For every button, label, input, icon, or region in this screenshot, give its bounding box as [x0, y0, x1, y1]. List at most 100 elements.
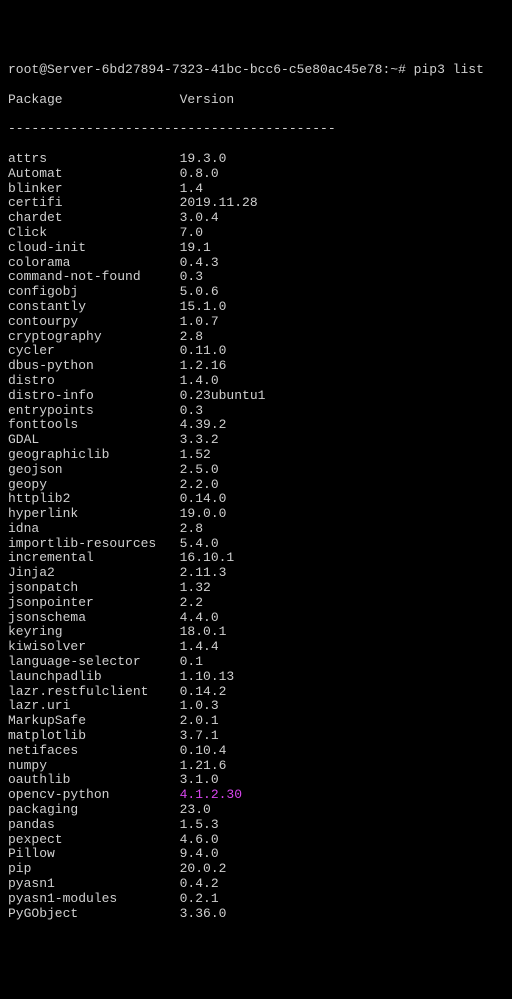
package-version-cell: 19.3.0 — [180, 152, 227, 167]
package-name-cell: opencv-python — [8, 788, 180, 803]
package-name-cell: packaging — [8, 803, 180, 818]
package-name-cell: distro — [8, 374, 180, 389]
table-row: PyGObject3.36.0 — [8, 907, 504, 922]
package-name-cell: incremental — [8, 551, 180, 566]
table-row: dbus-python1.2.16 — [8, 359, 504, 374]
package-version-cell: 9.4.0 — [180, 847, 219, 862]
package-name-cell: httplib2 — [8, 492, 180, 507]
package-name-cell: attrs — [8, 152, 180, 167]
package-name-cell: jsonpatch — [8, 581, 180, 596]
package-version-cell: 23.0 — [180, 803, 211, 818]
table-row: keyring18.0.1 — [8, 625, 504, 640]
table-row: constantly15.1.0 — [8, 300, 504, 315]
header-package: Package — [8, 93, 180, 108]
table-row: opencv-python4.1.2.30 — [8, 788, 504, 803]
table-row: command-not-found0.3 — [8, 270, 504, 285]
table-row: pip20.0.2 — [8, 862, 504, 877]
package-version-cell: 3.3.2 — [180, 433, 219, 448]
package-version-cell: 2.2.0 — [180, 478, 219, 493]
package-version-cell: 15.1.0 — [180, 300, 227, 315]
package-version-cell: 0.3 — [180, 404, 203, 419]
package-name-cell: oauthlib — [8, 773, 180, 788]
package-name-cell: pandas — [8, 818, 180, 833]
package-version-cell: 1.52 — [180, 448, 211, 463]
package-version-cell: 0.8.0 — [180, 167, 219, 182]
package-version-cell: 4.6.0 — [180, 833, 219, 848]
package-name-cell: idna — [8, 522, 180, 537]
package-name-cell: kiwisolver — [8, 640, 180, 655]
package-version-cell: 19.0.0 — [180, 507, 227, 522]
package-name-cell: jsonpointer — [8, 596, 180, 611]
table-row: geographiclib1.52 — [8, 448, 504, 463]
table-row: language-selector0.1 — [8, 655, 504, 670]
package-version-cell: 1.0.3 — [180, 699, 219, 714]
package-name-cell: entrypoints — [8, 404, 180, 419]
package-version-cell: 5.4.0 — [180, 537, 219, 552]
package-version-cell: 1.32 — [180, 581, 211, 596]
package-version-cell: 1.2.16 — [180, 359, 227, 374]
package-name-cell: dbus-python — [8, 359, 180, 374]
table-row: hyperlink19.0.0 — [8, 507, 504, 522]
table-row: jsonpointer2.2 — [8, 596, 504, 611]
prompt-text: root@Server-6bd27894-7323-41bc-bcc6-c5e8… — [8, 62, 484, 77]
package-name-cell: MarkupSafe — [8, 714, 180, 729]
table-row: pexpect4.6.0 — [8, 833, 504, 848]
table-row: fonttools4.39.2 — [8, 418, 504, 433]
table-row: pandas1.5.3 — [8, 818, 504, 833]
table-row: chardet3.0.4 — [8, 211, 504, 226]
package-version-cell: 0.14.0 — [180, 492, 227, 507]
package-version-cell: 0.11.0 — [180, 344, 227, 359]
package-version-cell: 1.5.3 — [180, 818, 219, 833]
package-name-cell: constantly — [8, 300, 180, 315]
package-version-cell: 5.0.6 — [180, 285, 219, 300]
package-name-cell: cryptography — [8, 330, 180, 345]
terminal-prompt-line: root@Server-6bd27894-7323-41bc-bcc6-c5e8… — [8, 63, 504, 78]
package-version-cell: 20.0.2 — [180, 862, 227, 877]
table-row: cloud-init19.1 — [8, 241, 504, 256]
table-row: entrypoints0.3 — [8, 404, 504, 419]
package-name-cell: cloud-init — [8, 241, 180, 256]
table-row: launchpadlib1.10.13 — [8, 670, 504, 685]
table-header-row: PackageVersion — [8, 93, 504, 108]
package-name-cell: configobj — [8, 285, 180, 300]
package-name-cell: pyasn1 — [8, 877, 180, 892]
table-row: matplotlib3.7.1 — [8, 729, 504, 744]
table-row: cycler0.11.0 — [8, 344, 504, 359]
package-name-cell: blinker — [8, 182, 180, 197]
table-row: netifaces0.10.4 — [8, 744, 504, 759]
package-name-cell: pip — [8, 862, 180, 877]
table-row: pyasn10.4.2 — [8, 877, 504, 892]
package-version-cell: 0.14.2 — [180, 685, 227, 700]
header-version: Version — [180, 93, 235, 108]
package-name-cell: Pillow — [8, 847, 180, 862]
package-name-cell: pyasn1-modules — [8, 892, 180, 907]
package-name-cell: matplotlib — [8, 729, 180, 744]
table-row: lazr.uri1.0.3 — [8, 699, 504, 714]
package-version-cell: 2019.11.28 — [180, 196, 258, 211]
package-version-cell: 1.10.13 — [180, 670, 235, 685]
table-row: oauthlib3.1.0 — [8, 773, 504, 788]
package-name-cell: certifi — [8, 196, 180, 211]
table-row: lazr.restfulclient0.14.2 — [8, 685, 504, 700]
package-version-cell: 0.1 — [180, 655, 203, 670]
package-version-cell: 4.4.0 — [180, 611, 219, 626]
table-row: geojson2.5.0 — [8, 463, 504, 478]
package-name-cell: fonttools — [8, 418, 180, 433]
table-row: GDAL3.3.2 — [8, 433, 504, 448]
package-version-cell: 4.1.2.30 — [180, 788, 242, 803]
package-name-cell: language-selector — [8, 655, 180, 670]
package-name-cell: Click — [8, 226, 180, 241]
package-version-cell: 0.10.4 — [180, 744, 227, 759]
table-row: contourpy1.0.7 — [8, 315, 504, 330]
package-version-cell: 1.4 — [180, 182, 203, 197]
table-row: distro1.4.0 — [8, 374, 504, 389]
package-name-cell: geographiclib — [8, 448, 180, 463]
table-row: idna2.8 — [8, 522, 504, 537]
package-version-cell: 1.4.0 — [180, 374, 219, 389]
package-name-cell: hyperlink — [8, 507, 180, 522]
package-version-cell: 0.2.1 — [180, 892, 219, 907]
package-name-cell: netifaces — [8, 744, 180, 759]
package-name-cell: geojson — [8, 463, 180, 478]
table-row: Click7.0 — [8, 226, 504, 241]
package-version-cell: 1.21.6 — [180, 759, 227, 774]
